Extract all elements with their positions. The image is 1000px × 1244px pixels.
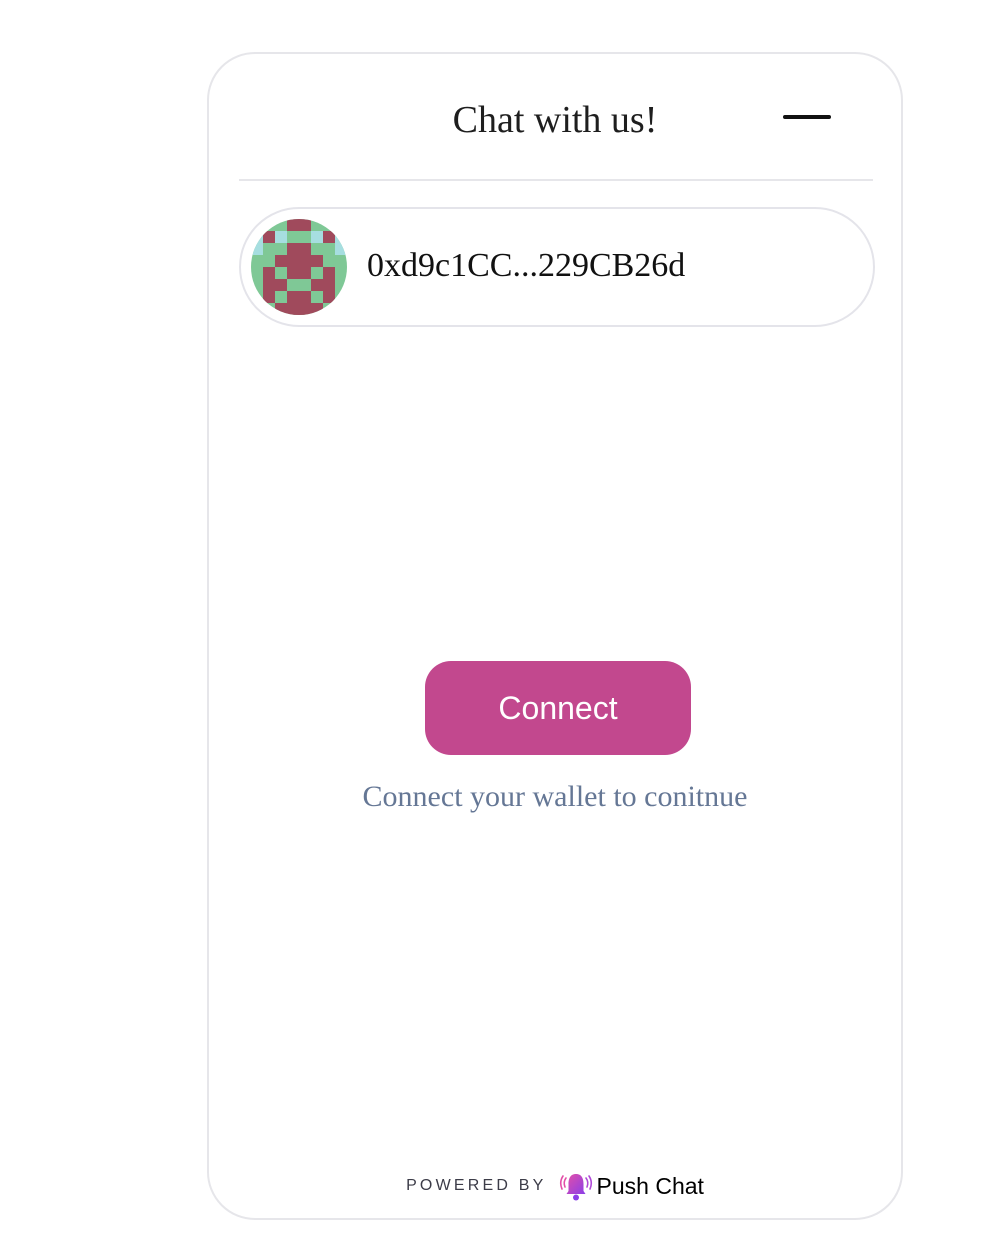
chat-widget: Chat with us! 0xd9c1CC...229CB26d Connec… <box>207 52 903 1220</box>
push-bell-icon <box>559 1169 593 1203</box>
wallet-address: 0xd9c1CC...229CB26d <box>367 247 686 284</box>
footer: POWERED BY Push Chat <box>209 1166 901 1206</box>
connect-hint: Connect your wallet to conitnue <box>362 780 748 813</box>
push-chat-brand[interactable]: Push Chat <box>597 1173 704 1200</box>
minimize-icon[interactable] <box>783 115 831 119</box>
blockie-avatar <box>251 219 347 315</box>
widget-title: Chat with us! <box>452 99 658 141</box>
header-divider <box>239 179 873 181</box>
connect-button[interactable]: Connect <box>425 661 691 755</box>
account-pill: 0xd9c1CC...229CB26d <box>239 207 875 327</box>
powered-by-label: POWERED BY <box>406 1177 547 1194</box>
